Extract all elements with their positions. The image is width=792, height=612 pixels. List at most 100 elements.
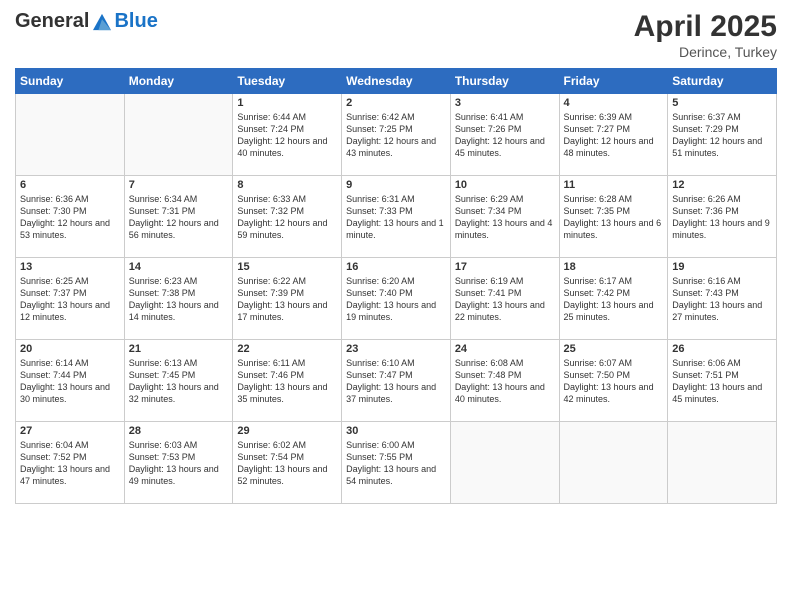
week-row-1: 1 Sunrise: 6:44 AM Sunset: 7:24 PM Daylig… [16,94,777,176]
calendar-cell: 7 Sunrise: 6:34 AM Sunset: 7:31 PM Daylig… [124,176,233,258]
column-header-sunday: Sunday [16,69,125,94]
calendar-cell: 12 Sunrise: 6:26 AM Sunset: 7:36 PM Dayli… [668,176,777,258]
day-info: Sunrise: 6:25 AM Sunset: 7:37 PM Dayligh… [20,275,120,324]
column-header-saturday: Saturday [668,69,777,94]
day-info: Sunrise: 6:10 AM Sunset: 7:47 PM Dayligh… [346,357,446,406]
calendar-cell: 14 Sunrise: 6:23 AM Sunset: 7:38 PM Dayli… [124,258,233,340]
day-number: 16 [346,261,446,273]
day-number: 17 [455,261,555,273]
day-number: 25 [564,343,664,355]
day-info: Sunrise: 6:44 AM Sunset: 7:24 PM Dayligh… [237,111,337,160]
logo-general: General [15,10,89,33]
calendar-cell: 19Sunrise: 6:16 AM Sunset: 7:43 PM Dayli… [668,258,777,340]
calendar-cell: 10 Sunrise: 6:29 AM Sunset: 7:34 PM Dayli… [450,176,559,258]
day-info: Sunrise: 6:17 AM Sunset: 7:42 PM Dayligh… [564,275,664,324]
day-number: 23 [346,343,446,355]
week-row-3: 13 Sunrise: 6:25 AM Sunset: 7:37 PM Dayli… [16,258,777,340]
calendar-cell: 30 Sunrise: 6:00 AM Sunset: 7:55 PM Dayli… [342,422,451,504]
calendar: SundayMondayTuesdayWednesdayThursdayFrid… [15,68,777,504]
week-row-2: 6 Sunrise: 6:36 AM Sunset: 7:30 PM Daylig… [16,176,777,258]
day-number: 28 [129,425,229,437]
column-header-monday: Monday [124,69,233,94]
day-info: Sunrise: 6:22 AM Sunset: 7:39 PM Dayligh… [237,275,337,324]
day-info: Sunrise: 6:06 AM Sunset: 7:51 PM Dayligh… [672,357,772,406]
day-number: 6 [20,179,120,191]
calendar-cell [16,94,125,176]
calendar-cell: 11 Sunrise: 6:28 AM Sunset: 7:35 PM Dayli… [559,176,668,258]
calendar-cell: 9 Sunrise: 6:31 AM Sunset: 7:33 PM Daylig… [342,176,451,258]
calendar-cell: 24 Sunrise: 6:08 AM Sunset: 7:48 PM Dayli… [450,340,559,422]
logo: GeneralBlue [15,10,158,33]
calendar-cell: 23 Sunrise: 6:10 AM Sunset: 7:47 PM Dayli… [342,340,451,422]
day-info: Sunrise: 6:16 AM Sunset: 7:43 PM Dayligh… [672,275,772,324]
day-info: Sunrise: 6:08 AM Sunset: 7:48 PM Dayligh… [455,357,555,406]
day-number: 3 [455,97,555,109]
calendar-cell: 13 Sunrise: 6:25 AM Sunset: 7:37 PM Dayli… [16,258,125,340]
calendar-cell: 26 Sunrise: 6:06 AM Sunset: 7:51 PM Dayli… [668,340,777,422]
calendar-cell: 3 Sunrise: 6:41 AM Sunset: 7:26 PM Daylig… [450,94,559,176]
day-number: 14 [129,261,229,273]
title-block: April 2025 Derince, Turkey [634,10,777,60]
column-header-tuesday: Tuesday [233,69,342,94]
day-info: Sunrise: 6:20 AM Sunset: 7:40 PM Dayligh… [346,275,446,324]
calendar-cell: 2Sunrise: 6:42 AM Sunset: 7:25 PM Daylig… [342,94,451,176]
day-number: 24 [455,343,555,355]
day-number: 30 [346,425,446,437]
page: GeneralBlue April 2025 Derince, Turkey S… [0,0,792,612]
day-info: Sunrise: 6:26 AM Sunset: 7:36 PM Dayligh… [672,193,772,242]
day-number: 4 [564,97,664,109]
calendar-cell: 18Sunrise: 6:17 AM Sunset: 7:42 PM Dayli… [559,258,668,340]
day-info: Sunrise: 6:34 AM Sunset: 7:31 PM Dayligh… [129,193,229,242]
day-info: Sunrise: 6:13 AM Sunset: 7:45 PM Dayligh… [129,357,229,406]
day-number: 8 [237,179,337,191]
day-info: Sunrise: 6:11 AM Sunset: 7:46 PM Dayligh… [237,357,337,406]
day-info: Sunrise: 6:42 AM Sunset: 7:25 PM Dayligh… [346,111,446,160]
logo-text: GeneralBlue [15,10,158,33]
month-title: April 2025 [634,10,777,44]
day-info: Sunrise: 6:04 AM Sunset: 7:52 PM Dayligh… [20,439,120,488]
calendar-cell: 28 Sunrise: 6:03 AM Sunset: 7:53 PM Dayli… [124,422,233,504]
day-number: 9 [346,179,446,191]
calendar-cell: 25Sunrise: 6:07 AM Sunset: 7:50 PM Dayli… [559,340,668,422]
subtitle: Derince, Turkey [634,44,777,60]
calendar-cell: 6 Sunrise: 6:36 AM Sunset: 7:30 PM Daylig… [16,176,125,258]
week-row-5: 27 Sunrise: 6:04 AM Sunset: 7:52 PM Dayli… [16,422,777,504]
day-info: Sunrise: 6:28 AM Sunset: 7:35 PM Dayligh… [564,193,664,242]
calendar-cell [124,94,233,176]
calendar-cell [450,422,559,504]
day-info: Sunrise: 6:37 AM Sunset: 7:29 PM Dayligh… [672,111,772,160]
day-info: Sunrise: 6:23 AM Sunset: 7:38 PM Dayligh… [129,275,229,324]
calendar-cell: 4Sunrise: 6:39 AM Sunset: 7:27 PM Daylig… [559,94,668,176]
calendar-cell: 8 Sunrise: 6:33 AM Sunset: 7:32 PM Daylig… [233,176,342,258]
day-number: 29 [237,425,337,437]
day-number: 5 [672,97,772,109]
calendar-cell: 29Sunrise: 6:02 AM Sunset: 7:54 PM Dayli… [233,422,342,504]
day-info: Sunrise: 6:31 AM Sunset: 7:33 PM Dayligh… [346,193,446,242]
day-info: Sunrise: 6:36 AM Sunset: 7:30 PM Dayligh… [20,193,120,242]
calendar-cell: 5 Sunrise: 6:37 AM Sunset: 7:29 PM Daylig… [668,94,777,176]
day-number: 10 [455,179,555,191]
day-number: 13 [20,261,120,273]
day-number: 20 [20,343,120,355]
day-info: Sunrise: 6:29 AM Sunset: 7:34 PM Dayligh… [455,193,555,242]
logo-icon [91,13,113,31]
day-info: Sunrise: 6:41 AM Sunset: 7:26 PM Dayligh… [455,111,555,160]
calendar-cell [668,422,777,504]
day-number: 27 [20,425,120,437]
day-info: Sunrise: 6:00 AM Sunset: 7:55 PM Dayligh… [346,439,446,488]
day-info: Sunrise: 6:33 AM Sunset: 7:32 PM Dayligh… [237,193,337,242]
day-number: 26 [672,343,772,355]
calendar-cell: 20Sunrise: 6:14 AM Sunset: 7:44 PM Dayli… [16,340,125,422]
day-number: 7 [129,179,229,191]
day-info: Sunrise: 6:03 AM Sunset: 7:53 PM Dayligh… [129,439,229,488]
calendar-cell: 17 Sunrise: 6:19 AM Sunset: 7:41 PM Dayli… [450,258,559,340]
day-info: Sunrise: 6:19 AM Sunset: 7:41 PM Dayligh… [455,275,555,324]
calendar-cell: 27 Sunrise: 6:04 AM Sunset: 7:52 PM Dayli… [16,422,125,504]
day-number: 15 [237,261,337,273]
day-number: 11 [564,179,664,191]
calendar-cell [559,422,668,504]
day-number: 22 [237,343,337,355]
day-number: 12 [672,179,772,191]
day-number: 21 [129,343,229,355]
day-number: 1 [237,97,337,109]
